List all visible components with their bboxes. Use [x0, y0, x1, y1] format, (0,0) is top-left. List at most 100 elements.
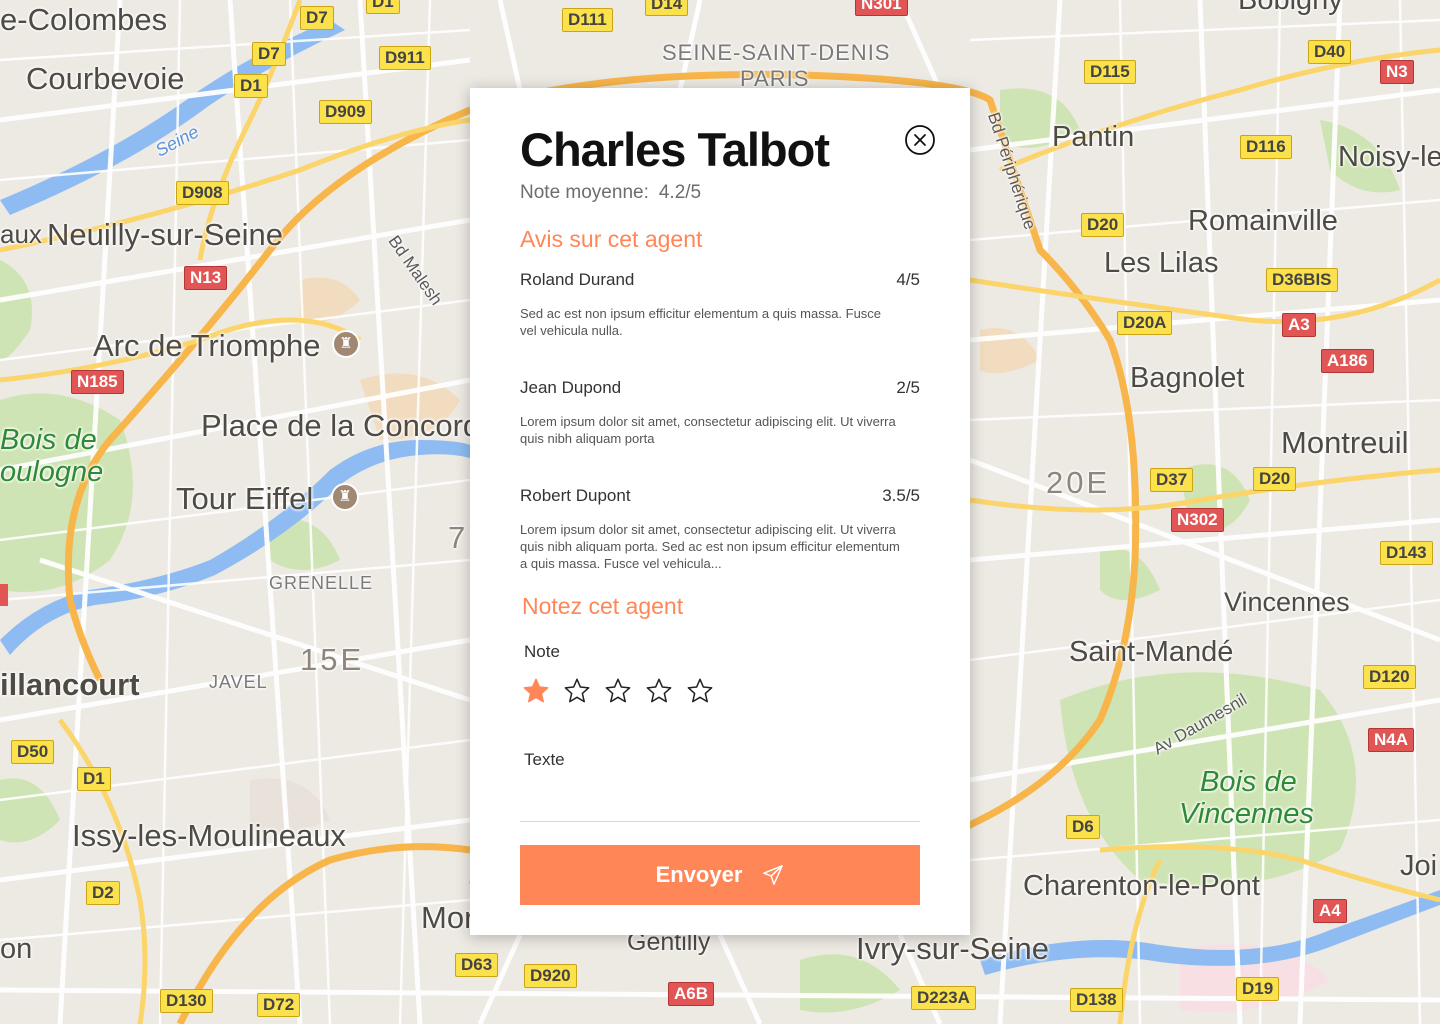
map-label: Pantin	[1052, 121, 1135, 153]
park-label: oulogne	[0, 456, 104, 488]
average-rating: Note moyenne: 4.2/5	[520, 182, 701, 204]
star-outline-icon[interactable]	[563, 677, 591, 705]
map-label: Noisy-le	[1338, 141, 1440, 173]
map-label: illancourt	[0, 667, 140, 702]
road-shield: D115	[1084, 60, 1136, 84]
map-label: Tour Eiffel	[176, 481, 314, 516]
submit-button-label: Envoyer	[655, 862, 743, 887]
road-shield: D20A	[1117, 311, 1173, 335]
road-shield: N4A	[1368, 728, 1415, 752]
map-label: Montreuil	[1281, 425, 1409, 460]
map-label: Mor	[421, 900, 475, 935]
star-filled-icon[interactable]	[522, 677, 550, 705]
road-shield: D6	[1066, 815, 1100, 839]
district-label: 20E	[1046, 465, 1111, 500]
district-label: GRENELLE	[269, 573, 374, 593]
close-icon	[905, 125, 935, 155]
text-label: Texte	[524, 750, 565, 769]
map-label: Courbevoie	[26, 61, 185, 96]
district-label: 15E	[300, 642, 365, 677]
map-label: Neuilly-sur-Seine	[47, 217, 284, 252]
map-label: Joi	[1400, 850, 1438, 882]
road-shield: D1	[77, 767, 111, 791]
road-shield: D1	[366, 0, 400, 14]
road-shield: N13	[184, 266, 228, 290]
district-label: JAVEL	[209, 672, 268, 692]
review-score: 2/5	[896, 378, 920, 397]
review-score: 4/5	[896, 270, 920, 289]
star-outline-icon[interactable]	[686, 677, 714, 705]
road-shield: D50	[11, 740, 55, 764]
review-item: Robert Dupont 3.5/5 Lorem ipsum dolor si…	[520, 486, 920, 572]
review-author: Robert Dupont	[520, 486, 631, 505]
road-shield: D14	[645, 0, 689, 16]
road-shield: D909	[319, 100, 372, 124]
road-shield: D111	[562, 8, 613, 32]
road-shield: D908	[176, 181, 229, 205]
map-label: Romainville	[1188, 205, 1338, 237]
submit-button[interactable]: Envoyer	[520, 845, 920, 905]
road-shield: D130	[160, 989, 213, 1013]
star-rating[interactable]	[522, 677, 714, 705]
map-label: e-Colombes	[0, 2, 168, 37]
road-shield: D223A	[911, 986, 976, 1010]
district-label: SEINE-SAINT-DENIS	[662, 40, 891, 65]
agent-rating-modal: Charles Talbot Note moyenne: 4.2/5 Avis s…	[470, 88, 970, 935]
send-icon	[763, 865, 784, 885]
review-author: Roland Durand	[520, 270, 635, 289]
road-shield: A186	[1321, 349, 1374, 373]
star-outline-icon[interactable]	[645, 677, 673, 705]
reviews-title: Avis sur cet agent	[520, 226, 703, 252]
monument-icon[interactable]: ♜	[332, 330, 360, 358]
road-shield: D36BIS	[1266, 268, 1338, 292]
review-item: Roland Durand 4/5 Sed ac est non ipsum e…	[520, 270, 920, 339]
average-rating-value: 4.2/5	[658, 182, 702, 203]
monument-icon[interactable]: ♜	[331, 483, 359, 511]
map-label: Bobigny	[1238, 0, 1343, 16]
map-label: Les Lilas	[1104, 247, 1219, 279]
road-shield: D143	[1380, 541, 1433, 565]
review-score: 3.5/5	[882, 486, 920, 505]
map-label: Issy-les-Moulineaux	[72, 818, 346, 853]
road-shield: D1	[234, 74, 268, 98]
road-shield: D19	[1236, 977, 1280, 1001]
note-label: Note	[524, 642, 560, 661]
map-label: Place de la Concord	[201, 408, 481, 443]
road-shield: D138	[1070, 988, 1123, 1012]
road-shield: D920	[524, 964, 577, 988]
review-text-input[interactable]	[520, 788, 920, 822]
map-label: Arc de Triomphe	[93, 328, 321, 363]
road-shield: D20	[1081, 213, 1125, 237]
review-text: Sed ac est non ipsum efficitur elementum…	[520, 306, 882, 338]
map-label: aux	[0, 219, 42, 249]
road-shield: A4	[1313, 899, 1347, 923]
map-label: Charenton-le-Pont	[1023, 870, 1260, 902]
road-shield: D37	[1150, 468, 1194, 492]
road-shield: D20	[1253, 467, 1297, 491]
road-shield: N185	[71, 370, 124, 394]
road-shield: D7	[252, 42, 286, 66]
map-label: Saint-Mandé	[1069, 636, 1234, 668]
road-shield: D7	[300, 6, 334, 30]
star-outline-icon[interactable]	[604, 677, 632, 705]
review-item: Jean Dupond 2/5 Lorem ipsum dolor sit am…	[520, 378, 920, 447]
map-label: 7	[448, 520, 469, 555]
road-shield: A3	[1282, 313, 1316, 337]
road-shield: D911	[379, 46, 431, 70]
map-label: Ivry-sur-Seine	[856, 931, 1049, 966]
road-shield: N302	[1171, 508, 1224, 532]
road-shield: D72	[257, 993, 301, 1017]
road-shield: D120	[1363, 665, 1416, 689]
average-rating-label: Note moyenne:	[520, 182, 649, 203]
road-shield: D63	[455, 953, 499, 977]
close-button[interactable]	[904, 124, 936, 156]
review-author: Jean Dupond	[520, 378, 622, 397]
road-shield: A6B	[668, 982, 715, 1006]
road-shield: D2	[86, 881, 120, 905]
review-text: Lorem ipsum dolor sit amet, consectetur …	[520, 522, 900, 571]
rate-title: Notez cet agent	[522, 593, 684, 619]
road-shield: N301	[855, 0, 908, 16]
map-label: on	[0, 933, 33, 965]
map-label: Bagnolet	[1130, 362, 1245, 394]
road-shield: D116	[1240, 135, 1292, 159]
